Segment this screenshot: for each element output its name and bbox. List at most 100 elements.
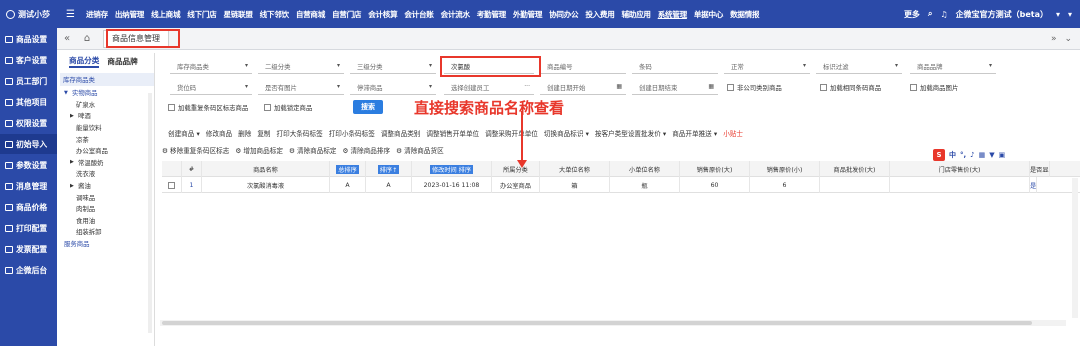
toolbar-button[interactable]: 商品开单推送 ▾	[672, 128, 717, 139]
toolbar-button[interactable]: 打印小条码标签	[329, 128, 375, 139]
category-item[interactable]: 凉茶	[60, 133, 154, 145]
checkbox-box[interactable]	[168, 181, 175, 189]
chevron-icon[interactable]: ▶	[70, 113, 78, 119]
nav-item[interactable]: 会计核算	[368, 9, 397, 20]
grid-header-cell[interactable]: 大单位名称	[540, 161, 610, 177]
checkbox-box[interactable]	[820, 84, 827, 91]
chevron-icon[interactable]: ▶	[70, 159, 78, 165]
nav-item[interactable]: 自营商城	[296, 9, 325, 20]
tab-category[interactable]: 商品分类	[69, 55, 100, 68]
checkbox-box[interactable]	[727, 84, 734, 91]
toolbar-button[interactable]: ⚙ 移除重复条码区标志	[162, 145, 229, 156]
home-icon[interactable]: ⌂	[77, 33, 97, 44]
bell-icon[interactable]: ♫	[940, 10, 947, 19]
checkbox-box[interactable]	[264, 104, 271, 111]
grid-header-cell[interactable]: #	[182, 161, 202, 177]
sidebar-item[interactable]: 客户设置	[0, 50, 57, 70]
grid-header-cell[interactable]: 小单位名称	[610, 161, 680, 177]
filter-field[interactable]: 货位码 ▾	[170, 80, 252, 95]
category-item[interactable]: ▶ 酱油	[60, 180, 154, 192]
filter-checkbox[interactable]: 加载相同条码商品	[820, 83, 881, 92]
nav-item[interactable]: 出纳管理	[115, 9, 144, 20]
grid-header-cell[interactable]: 销售原价(小)	[750, 161, 820, 177]
sidebar-item[interactable]: 商品价格	[0, 197, 57, 217]
sidebar-item[interactable]: 员工部门	[0, 71, 57, 91]
category-item[interactable]: 洗衣液	[60, 168, 154, 180]
filter-field[interactable]: 创建日期开始 ▦	[540, 80, 626, 95]
nav-item[interactable]: 单据中心	[694, 9, 723, 20]
grid-icon[interactable]: ▣	[999, 151, 1006, 159]
filter-field[interactable]: 创建日期结束 ▦	[632, 80, 718, 95]
double-right-icon[interactable]: »	[1051, 34, 1057, 44]
filter-field[interactable]: 是否有图片 ▾	[258, 80, 344, 95]
category-item[interactable]: 办公室商品	[60, 145, 154, 157]
nav-item[interactable]: 星链联盟	[223, 9, 252, 20]
filter-checkbox[interactable]: 加载重复条码区标志商品	[168, 103, 248, 112]
toolbar-button[interactable]: 调整采购开单单位	[485, 128, 538, 139]
grid-header-cell[interactable]: 销售原价(大)	[680, 161, 750, 177]
nav-item[interactable]: 投入费用	[585, 9, 614, 20]
sidebar-item[interactable]: 消息管理	[0, 176, 57, 196]
toolbar-button[interactable]: ⚙ 清除商品标定	[289, 145, 337, 156]
category-item[interactable]: 服务商品	[60, 238, 154, 250]
sidebar-item[interactable]: 发票配置	[0, 239, 57, 259]
toolbar-button[interactable]: 复制	[257, 128, 270, 139]
category-item[interactable]: 能量饮料	[60, 122, 154, 134]
sidebar-item[interactable]: 打印配置	[0, 218, 57, 238]
nav-item[interactable]: 会计流水	[441, 9, 470, 20]
chevron-down-icon[interactable]: ▾	[1056, 10, 1060, 19]
table-row[interactable]: 1 次氯酸消毒液 A A 2023-01-16 11:08 办公室商品箱瓶 60 6 是	[162, 177, 1080, 193]
filter-field[interactable]: 商品品牌 ▾	[910, 59, 996, 74]
sidebar-item[interactable]: 权限设置	[0, 113, 57, 133]
category-item[interactable]: ▶ 常温酸奶	[60, 157, 154, 169]
grid-header-cell[interactable]: 商品名称	[202, 161, 330, 177]
chevron-down-icon[interactable]: ⌄	[1064, 34, 1072, 44]
grid-header-cell[interactable]: 是否显	[1030, 161, 1050, 177]
sidebar-item[interactable]: 企微后台	[0, 260, 57, 280]
mic-icon[interactable]: ♪	[970, 151, 974, 159]
toolbar-button[interactable]: ⚙ 清除商品排序	[343, 145, 391, 156]
nav-item[interactable]: 外勤管理	[513, 9, 542, 20]
grid-hscrollbar[interactable]	[160, 320, 1066, 326]
grid-header-cell[interactable]: 总排序	[330, 161, 366, 177]
nav-item[interactable]: 系统管理	[658, 9, 687, 20]
category-item[interactable]: 食用油	[60, 215, 154, 227]
menu-icon[interactable]: ☰	[66, 9, 76, 20]
filter-checkbox[interactable]: 加载锁定商品	[264, 103, 312, 112]
filter-field[interactable]: 标识过滤 ▾	[816, 59, 902, 74]
search-button[interactable]: 搜索	[353, 100, 383, 114]
filter-field[interactable]: 选择创建员工 ···	[444, 80, 534, 95]
nav-item[interactable]: 进销存	[86, 9, 108, 20]
category-item[interactable]: ▶ 啤酒	[60, 110, 154, 122]
toolbar-button[interactable]: 打印大条码标签	[277, 128, 323, 139]
category-head[interactable]: 库存商品类	[60, 73, 154, 86]
row-select-cell[interactable]	[162, 177, 182, 193]
nav-item[interactable]: 线下邻饮	[260, 9, 289, 20]
filter-field[interactable]: 库存商品类 ▾	[170, 59, 252, 74]
toolbar-button[interactable]: ⚙ 增加商品标定	[235, 145, 283, 156]
brand[interactable]: 测试小莎	[0, 9, 62, 20]
nav-item[interactable]: 协同办公	[549, 9, 578, 20]
grid-header-cell[interactable]: 修改时间 排序	[412, 161, 492, 177]
category-scrollbar[interactable]	[148, 93, 152, 333]
nav-item[interactable]: 考勤管理	[477, 9, 506, 20]
grid-header-cell[interactable]: 门店零售价(大)	[890, 161, 1030, 177]
filter-field[interactable]: 商品编号	[540, 59, 626, 74]
filter-field[interactable]: 停滞商品 ▾	[350, 80, 436, 95]
grid-header-cell[interactable]: 所属分类	[492, 161, 540, 177]
toolbar-button[interactable]: ⚙ 清除商品货区	[396, 145, 444, 156]
search-icon[interactable]: ⌕	[928, 9, 932, 19]
select-all-cell[interactable]	[162, 161, 182, 177]
chevron-icon[interactable]: ▶	[70, 183, 78, 189]
more-menu[interactable]: 更多	[904, 9, 920, 20]
toolbar-button[interactable]: 创建商品 ▾	[168, 128, 200, 139]
checkbox-box[interactable]	[168, 104, 175, 111]
toolbar-button[interactable]: 删除	[238, 128, 251, 139]
nav-item[interactable]: 会计台账	[404, 9, 433, 20]
sidebar-item[interactable]: 其他项目	[0, 92, 57, 112]
category-item[interactable]: 组装拆卸	[60, 226, 154, 238]
category-item[interactable]: ▼ 实物商品	[60, 87, 154, 99]
grid-header-cell[interactable]: 商品批发价(大)	[820, 161, 890, 177]
grid-vscrollbar[interactable]	[1072, 178, 1078, 318]
filter-field[interactable]: 正常 ▾	[724, 59, 810, 74]
